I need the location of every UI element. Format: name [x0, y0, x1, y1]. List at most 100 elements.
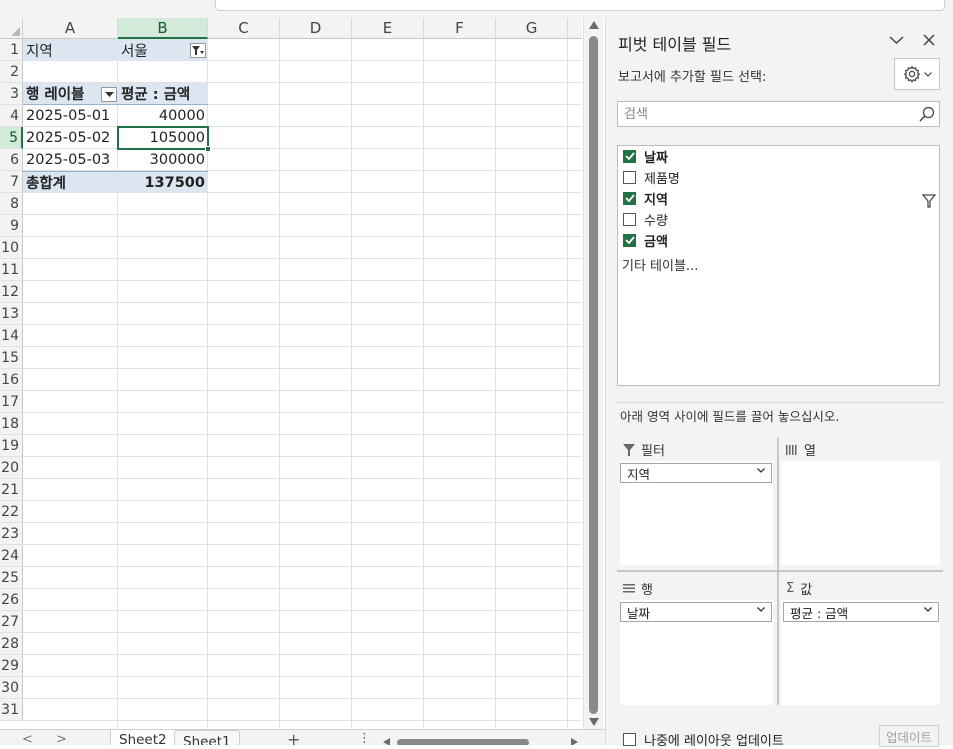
- column-header-h[interactable]: [568, 18, 582, 39]
- scroll-right-icon[interactable]: [571, 738, 578, 745]
- gridline-row: [23, 236, 582, 237]
- column-header-g[interactable]: G: [496, 18, 568, 39]
- more-options-icon[interactable]: ⋮: [358, 731, 371, 745]
- row-header-26[interactable]: 26: [0, 589, 23, 611]
- row-header-3[interactable]: 3: [0, 83, 23, 105]
- fill-handle[interactable]: [205, 146, 211, 152]
- checkbox-date[interactable]: [623, 149, 636, 163]
- search-icon[interactable]: [919, 106, 935, 122]
- row-header-4[interactable]: 4: [0, 105, 23, 127]
- gridline-row: [23, 434, 582, 435]
- row-header-11[interactable]: 11: [0, 259, 23, 281]
- defer-layout-update[interactable]: 나중에 레이아웃 업데이트: [623, 730, 784, 749]
- row-header-31[interactable]: 31: [0, 699, 23, 721]
- row-header-7[interactable]: 7: [0, 171, 23, 193]
- horizontal-scrollbar[interactable]: [383, 734, 578, 745]
- filter-area-item-region[interactable]: 지역: [620, 463, 772, 483]
- row-header-19[interactable]: 19: [0, 435, 23, 457]
- areas-divider-horizontal[interactable]: [617, 570, 943, 572]
- tools-settings-button[interactable]: [894, 58, 940, 90]
- row-header-24[interactable]: 24: [0, 545, 23, 567]
- row-labels-dropdown-button[interactable]: [101, 87, 117, 102]
- defer-update-label: 나중에 레이아웃 업데이트: [644, 734, 784, 749]
- field-filter-icon[interactable]: [922, 194, 936, 208]
- row-header-23[interactable]: 23: [0, 523, 23, 545]
- row-header-20[interactable]: 20: [0, 457, 23, 479]
- row-header-1[interactable]: 1: [0, 39, 23, 61]
- field-item-quantity[interactable]: 수량: [623, 209, 668, 229]
- field-item-amount[interactable]: 금액: [623, 230, 668, 250]
- vertical-scroll-thumb[interactable]: [589, 36, 598, 714]
- column-header-f[interactable]: F: [424, 18, 496, 39]
- filter-dropdown-button[interactable]: [190, 43, 206, 58]
- row-header-13[interactable]: 13: [0, 303, 23, 325]
- field-item-product[interactable]: 제품명: [623, 167, 680, 187]
- row-header-5[interactable]: 5: [0, 127, 23, 149]
- cell-a6[interactable]: 2025-05-03: [23, 149, 118, 171]
- defer-update-checkbox[interactable]: [623, 733, 636, 746]
- gridline-row: [23, 500, 582, 501]
- checkbox-amount[interactable]: [623, 233, 636, 247]
- row-header-9[interactable]: 9: [0, 215, 23, 237]
- spreadsheet-grid[interactable]: A B C D E F G 1 2 3 4 5 6 7 8 9 10 11 12 13 14 15 16 17 1…: [0, 18, 582, 729]
- pane-collapse-chevron-icon[interactable]: [889, 35, 904, 45]
- column-header-a[interactable]: A: [23, 18, 118, 39]
- select-all-corner[interactable]: [0, 18, 23, 39]
- cell-a5[interactable]: 2025-05-02: [23, 127, 118, 149]
- row-header-12[interactable]: 12: [0, 281, 23, 303]
- row-header-25[interactable]: 25: [0, 567, 23, 589]
- row-header-2[interactable]: 2: [0, 61, 23, 83]
- row-header-10[interactable]: 10: [0, 237, 23, 259]
- cell-b6[interactable]: 300000: [118, 149, 208, 171]
- sheet-prev-button[interactable]: <: [22, 732, 33, 745]
- cell-b3-values-header[interactable]: 평균 : 금액: [118, 83, 208, 105]
- sheet-tab-sheet1[interactable]: Sheet1: [174, 730, 240, 745]
- checkbox-region[interactable]: [623, 191, 636, 205]
- field-search-input[interactable]: [618, 102, 908, 126]
- cell-a1[interactable]: 지역: [23, 39, 118, 61]
- row-header-14[interactable]: 14: [0, 325, 23, 347]
- row-header-18[interactable]: 18: [0, 413, 23, 435]
- columns-drop-area[interactable]: [781, 461, 940, 565]
- row-header-21[interactable]: 21: [0, 479, 23, 501]
- checkbox-quantity[interactable]: [623, 212, 636, 226]
- row-header-28[interactable]: 28: [0, 633, 23, 655]
- values-area-item-avg-amount[interactable]: 평균 : 금액: [783, 602, 939, 622]
- row-header-15[interactable]: 15: [0, 347, 23, 369]
- vertical-scrollbar[interactable]: [583, 18, 603, 729]
- rows-area-item-date[interactable]: 날짜: [620, 602, 772, 622]
- sheet-next-button[interactable]: >: [56, 732, 67, 745]
- horizontal-scroll-thumb[interactable]: [397, 739, 529, 745]
- scroll-down-icon[interactable]: [589, 718, 599, 726]
- row-header-27[interactable]: 27: [0, 611, 23, 633]
- cell-a4[interactable]: 2025-05-01: [23, 105, 118, 127]
- field-item-date[interactable]: 날짜: [623, 146, 668, 166]
- scroll-left-icon[interactable]: [383, 738, 390, 745]
- gridline-column: [567, 39, 568, 729]
- column-header-e[interactable]: E: [352, 18, 424, 39]
- update-button[interactable]: 업데이트: [879, 725, 939, 747]
- field-item-region[interactable]: 지역: [623, 188, 668, 208]
- column-header-b[interactable]: B: [118, 18, 208, 39]
- row-header-29[interactable]: 29: [0, 655, 23, 677]
- areas-divider-vertical[interactable]: [777, 438, 779, 705]
- cell-b4[interactable]: 40000: [118, 105, 208, 127]
- row-header-6[interactable]: 6: [0, 149, 23, 171]
- column-header-d[interactable]: D: [280, 18, 352, 39]
- row-header-30[interactable]: 30: [0, 677, 23, 699]
- cell-a7-grand-total[interactable]: 총합계: [23, 171, 118, 193]
- field-search-box[interactable]: [617, 101, 940, 127]
- formula-bar[interactable]: [215, 0, 945, 11]
- add-sheet-button[interactable]: +: [287, 730, 300, 745]
- scroll-up-icon[interactable]: [589, 21, 599, 29]
- more-tables-link[interactable]: 기타 테이블...: [622, 255, 698, 274]
- row-header-22[interactable]: 22: [0, 501, 23, 523]
- row-header-8[interactable]: 8: [0, 193, 23, 215]
- column-header-c[interactable]: C: [208, 18, 280, 39]
- close-icon[interactable]: [923, 34, 935, 46]
- cell-b7-grand-total-value[interactable]: 137500: [118, 171, 208, 193]
- row-header-17[interactable]: 17: [0, 391, 23, 413]
- sheet-tab-sheet2[interactable]: Sheet2: [110, 730, 176, 745]
- row-header-16[interactable]: 16: [0, 369, 23, 391]
- checkbox-product[interactable]: [623, 170, 636, 184]
